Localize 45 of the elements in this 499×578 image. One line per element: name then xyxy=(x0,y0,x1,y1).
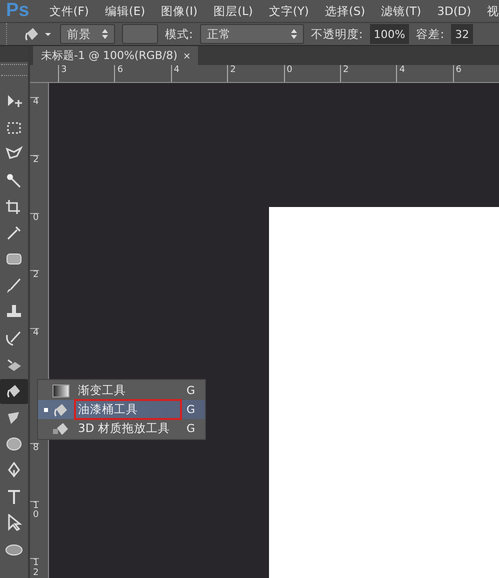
document-tab[interactable]: 未标题-1 @ 100%(RGB/8) × xyxy=(33,46,198,65)
ellipse-icon xyxy=(5,544,23,556)
menu-item[interactable]: 图层(L) xyxy=(213,4,253,18)
lasso-icon xyxy=(5,146,23,162)
brush-icon xyxy=(5,278,23,294)
move-icon xyxy=(5,93,23,110)
wand-icon xyxy=(5,172,23,188)
close-button[interactable]: × xyxy=(183,48,190,62)
fill-source-select[interactable]: 前景 xyxy=(60,24,115,44)
grip-handle[interactable] xyxy=(6,23,10,45)
brush-icon xyxy=(5,330,23,347)
arrow-pointer-icon xyxy=(6,514,22,532)
menu-item[interactable]: 3D(D) xyxy=(437,4,472,18)
horizontal-ruler: 3 6 4 2 0 2 4 6 xyxy=(30,65,499,83)
tolerance-label: 容差: xyxy=(416,26,444,42)
gradient-icon xyxy=(52,384,70,398)
app-logo: Ps xyxy=(6,0,30,22)
menu-item[interactable]: 文件(F) xyxy=(49,4,89,18)
pen-icon xyxy=(6,462,22,478)
menu-item[interactable]: 选择(S) xyxy=(324,4,366,18)
paint-bucket-icon[interactable] xyxy=(23,25,53,43)
opacity-field[interactable]: 100% xyxy=(370,24,410,44)
menu-item[interactable]: 编辑(E) xyxy=(104,4,146,18)
type-icon xyxy=(6,488,22,505)
menu-item[interactable]: 视 xyxy=(487,4,499,18)
paint-bucket-icon xyxy=(5,382,23,400)
mode-select[interactable]: 正常 xyxy=(200,24,304,44)
vertical-ruler: 4 2 0 2 4 8 10 12 xyxy=(30,83,49,578)
eyedropper-icon xyxy=(6,225,22,242)
opacity-label: 不透明度: xyxy=(310,26,363,42)
mode-label: 模式: xyxy=(165,26,193,42)
grip-handle[interactable] xyxy=(1,64,27,76)
menu-item[interactable]: 文字(Y) xyxy=(268,4,309,18)
up-down-arrows-icon xyxy=(102,29,108,39)
eraser-icon xyxy=(5,356,23,373)
sponge-icon xyxy=(5,437,23,452)
tolerance-field[interactable]: 32 xyxy=(451,24,474,44)
bandage-icon xyxy=(5,252,23,266)
menu-item[interactable]: 图像(I) xyxy=(161,4,198,18)
menu-item[interactable]: 滤镜(T) xyxy=(381,4,422,18)
crop-icon xyxy=(5,198,23,215)
up-down-arrows-icon xyxy=(290,29,297,39)
marquee-icon xyxy=(6,120,22,135)
tool-button[interactable] xyxy=(0,378,28,404)
flyout-item[interactable]: 油漆桶工具 G xyxy=(38,400,205,419)
